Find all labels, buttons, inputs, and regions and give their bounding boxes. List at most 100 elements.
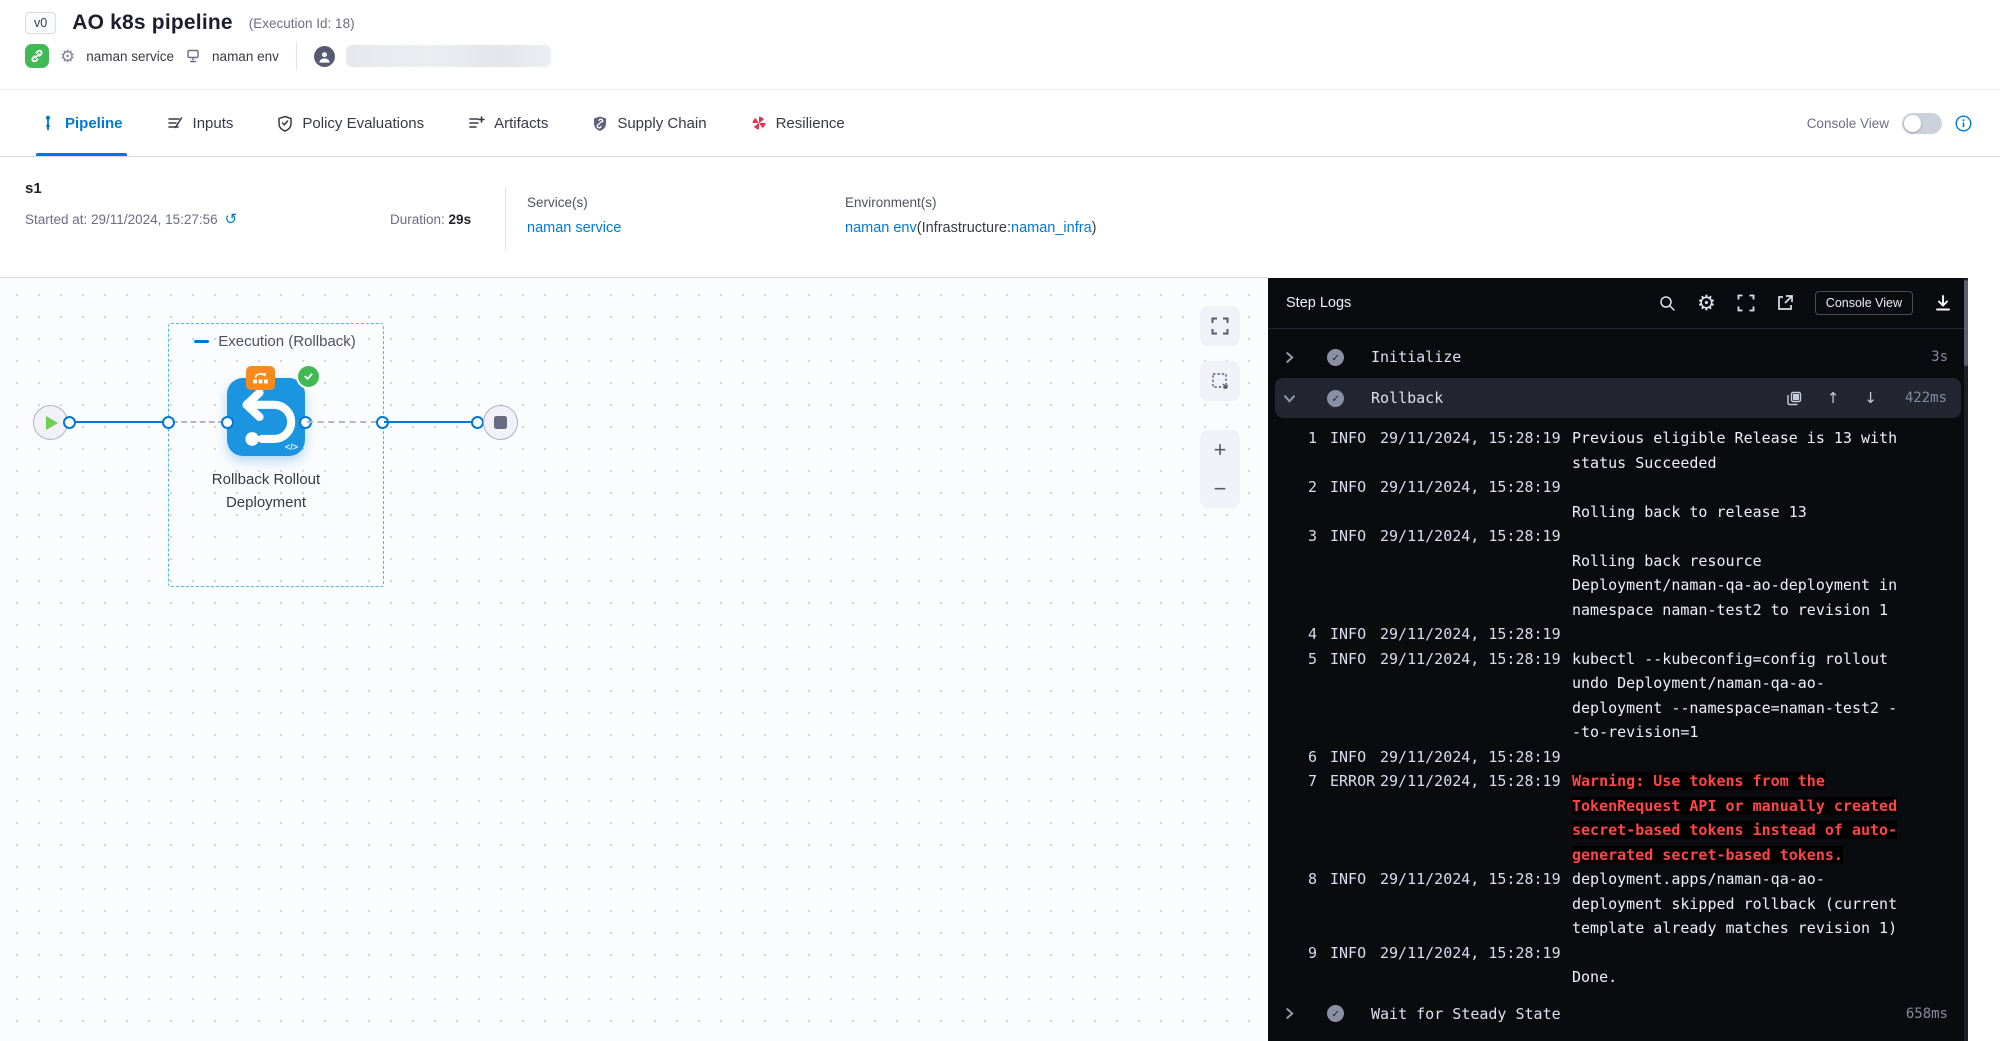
tab-policy-evaluations[interactable]: Policy Evaluations [277,90,424,156]
log-lines: 1INFO29/11/2024, 15:28:19Previous eligib… [1268,419,1968,994]
chevron-right-icon[interactable] [1284,1008,1306,1019]
success-check-icon: ✓ [1327,1005,1344,1022]
page-header: v0 AO k8s pipeline (Execution Id: 18) ⚙ … [0,0,2000,90]
dashed-connector [172,421,224,423]
end-node [483,405,518,440]
environment-link[interactable]: naman env [845,220,917,236]
log-section-initialize[interactable]: ✓ Initialize 3s [1268,337,1968,377]
connector-port [221,416,234,429]
section-name: Initialize [1371,348,1461,366]
pipeline-canvas[interactable]: Execution (Rollback) </> Rollback Rollou… [0,277,1268,1041]
tab-label: Artifacts [494,115,548,132]
scroll-down-icon[interactable]: ↓ [1864,389,1877,407]
tab-supply-chain[interactable]: Supply Chain [592,90,706,156]
connector-port [63,416,76,429]
tab-pipeline[interactable]: Pipeline [40,90,123,156]
stop-icon [494,416,507,429]
infrastructure-link[interactable]: naman_infra [1011,220,1092,236]
log-entry: 9INFO29/11/2024, 15:28:19 Done. [1268,941,1968,990]
infra-prefix: (Infrastructure: [917,220,1011,236]
execution-group-label: Execution (Rollback) [218,333,356,350]
supply-chain-shield-icon [592,115,608,132]
tab-inputs[interactable]: Inputs [167,90,234,156]
environment-icon [185,48,201,64]
services-label: Service(s) [527,195,621,210]
log-entry: 2INFO29/11/2024, 15:28:19 Rolling back t… [1268,475,1968,524]
section-duration: 3s [1931,349,1948,365]
environments-label: Environment(s) [845,195,1096,210]
tab-label: Policy Evaluations [302,115,424,132]
zoom-controls: + − [1200,430,1240,508]
divider [505,187,506,251]
infra-suffix: ) [1092,220,1097,236]
step-logs-title: Step Logs [1286,295,1351,311]
stage-name: s1 [25,180,42,197]
success-check-icon: ✓ [1327,390,1344,407]
section-name: Rollback [1371,389,1443,407]
resilience-pinwheel-icon [751,115,767,131]
chevron-down-icon[interactable] [1284,393,1306,404]
chevron-right-icon[interactable] [1284,352,1306,363]
pipeline-tab-icon [40,115,56,131]
rollout-badge-icon [246,366,275,390]
play-icon [46,416,58,430]
step-logs-header: Step Logs ⚙ Console View [1268,278,1968,329]
info-icon[interactable] [1955,115,1972,132]
expand-logs-icon[interactable] [1737,294,1755,312]
console-view-toggle[interactable] [1902,113,1942,134]
search-icon[interactable] [1659,295,1676,312]
fullscreen-canvas-button[interactable] [1200,306,1240,346]
service-link[interactable]: naman service [527,220,621,236]
pipeline-execution-page: v0 AO k8s pipeline (Execution Id: 18) ⚙ … [0,0,2000,1041]
copy-logs-icon[interactable] [1787,391,1802,406]
stage-started: Started at: 29/11/2024, 15:27:56 ↺ [25,212,237,227]
open-in-new-icon[interactable] [1776,294,1794,312]
log-entry: 1INFO29/11/2024, 15:28:19Previous eligib… [1268,426,1968,475]
log-section-wait-for-steady-state[interactable]: ✓ Wait for Steady State 658ms [1268,994,1968,1034]
artifacts-tab-icon [468,115,485,131]
log-section-rollback[interactable]: ✓ Rollback ↑ ↓ 422ms [1275,378,1961,418]
dashed-connector [307,421,377,423]
log-entry: 4INFO29/11/2024, 15:28:19 [1268,622,1968,647]
divider [296,42,297,70]
history-icon[interactable]: ↺ [225,212,238,227]
user-avatar-icon [314,46,335,67]
connector-line [66,421,168,423]
gear-icon: ⚙ [60,48,75,65]
tab-label: Resilience [776,115,845,132]
connector-port [162,416,175,429]
stage-duration: Duration: 29s [390,212,471,227]
log-entry: 8INFO29/11/2024, 15:28:19deployment.apps… [1268,867,1968,941]
tab-artifacts[interactable]: Artifacts [468,90,548,156]
step-node-label: Rollback Rollout Deployment [181,468,351,515]
code-glyph: </> [285,442,298,452]
download-logs-icon[interactable] [1934,294,1952,312]
stage-summary-bar: s1 Started at: 29/11/2024, 15:27:56 ↺ Du… [0,157,2000,277]
log-scrollbar[interactable] [1964,278,1968,1041]
console-view-button[interactable]: Console View [1815,291,1913,315]
console-view-label: Console View [1807,116,1889,131]
log-entry: 5INFO29/11/2024, 15:28:19kubectl --kubec… [1268,647,1968,745]
tab-resilience[interactable]: Resilience [751,90,845,156]
success-check-badge [296,364,321,389]
tab-label: Pipeline [65,115,123,132]
zoom-in-button[interactable]: + [1214,439,1227,461]
log-settings-gear-icon[interactable]: ⚙ [1697,293,1716,314]
tab-bar: Pipeline Inputs Policy Evaluations Artif… [0,90,2000,157]
scroll-up-icon[interactable]: ↑ [1827,389,1840,407]
step-logs-panel: Step Logs ⚙ Console View [1268,278,1968,1041]
marquee-select-button[interactable] [1200,361,1240,401]
zoom-out-button[interactable]: − [1214,478,1227,500]
pipeline-title: AO k8s pipeline [72,11,233,35]
service-name: naman service [86,49,174,64]
log-entry: 3INFO29/11/2024, 15:28:19 Rolling back r… [1268,524,1968,622]
version-badge: v0 [25,12,56,34]
redacted-user-email [346,45,551,67]
section-duration: 658ms [1906,1006,1948,1022]
connector-line [384,421,476,423]
collapse-group-icon[interactable] [194,340,209,344]
environment-name: naman env [212,49,279,64]
section-name: Wait for Steady State [1371,1005,1561,1023]
success-check-icon: ✓ [1327,349,1344,366]
policy-shield-icon [277,115,293,132]
